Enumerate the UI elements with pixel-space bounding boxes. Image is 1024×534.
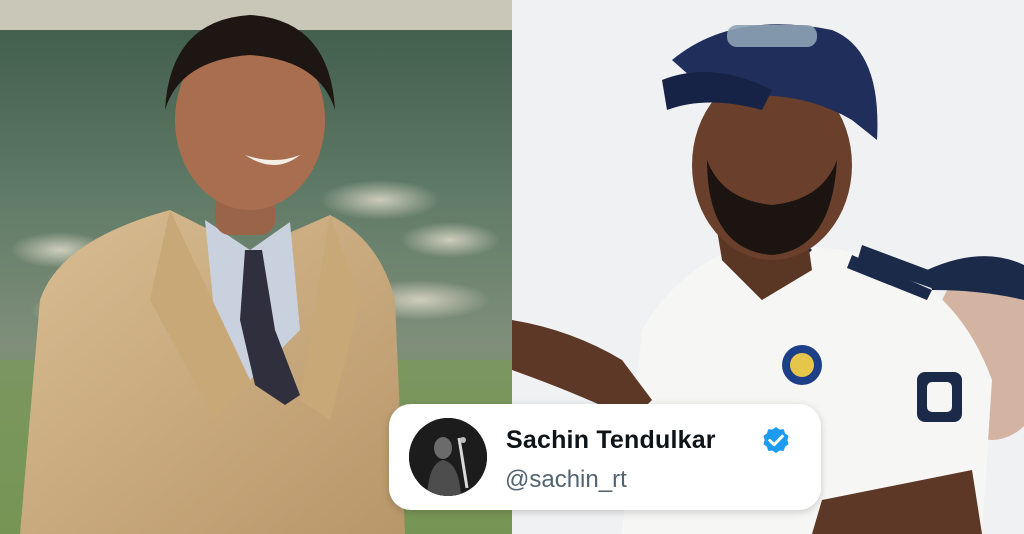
- verified-badge-icon: [763, 427, 789, 454]
- account-handle: @sachin_rt: [505, 466, 627, 493]
- avatar[interactable]: [409, 418, 487, 496]
- account-name: Sachin Tendulkar: [506, 426, 716, 454]
- tweet-card[interactable]: Sachin Tendulkar @sachin_rt: [389, 404, 821, 510]
